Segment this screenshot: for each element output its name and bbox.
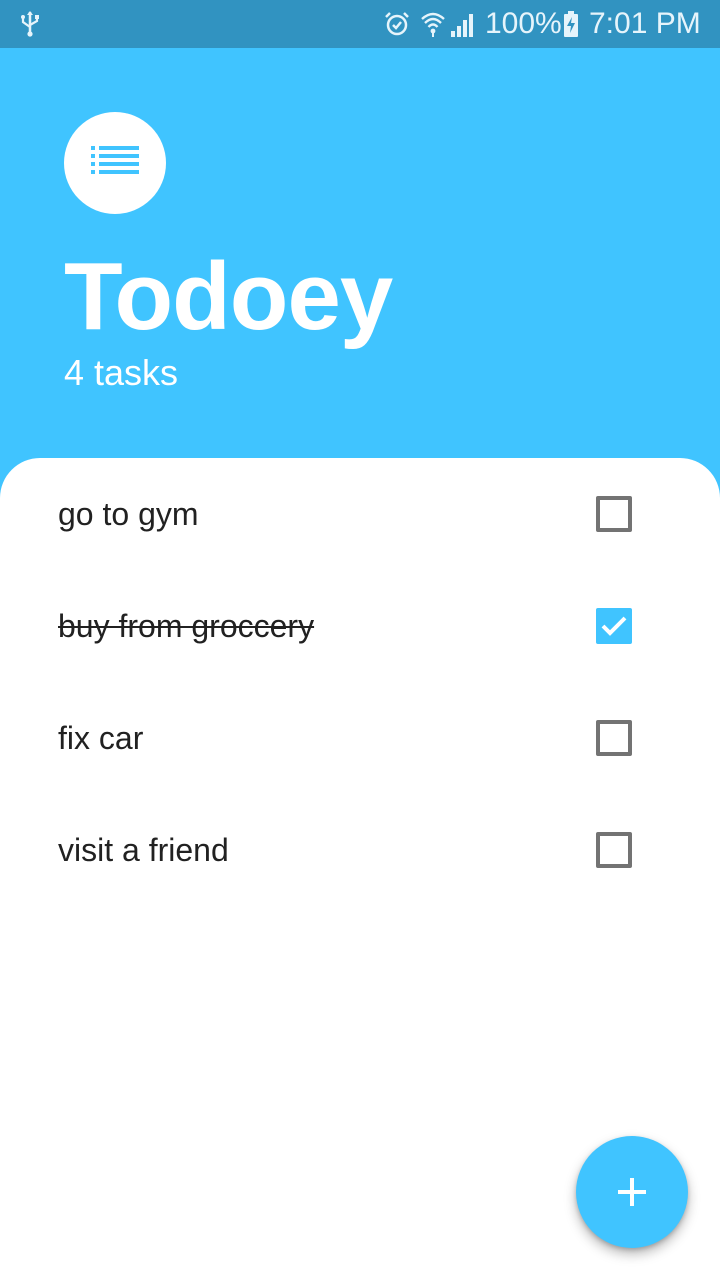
wifi-icon	[420, 10, 446, 43]
battery-percent: 100%	[485, 7, 562, 40]
check-icon	[601, 616, 627, 636]
app-logo	[64, 112, 166, 214]
task-checkbox[interactable]	[596, 832, 632, 868]
usb-icon	[18, 10, 42, 43]
battery-charging-icon	[563, 11, 579, 42]
list-icon	[91, 146, 139, 174]
task-count: 4 tasks	[64, 352, 179, 393]
app-screen: 100% 7:01 PM Todoey 4 tasks go to gym bu…	[0, 0, 720, 1280]
task-row[interactable]: buy from groccery	[0, 570, 720, 682]
signal-icon	[450, 12, 476, 43]
task-row[interactable]: fix car	[0, 682, 720, 794]
alarm-icon	[384, 11, 410, 42]
add-task-button[interactable]	[576, 1136, 688, 1248]
status-clock: 7:01 PM	[589, 7, 701, 40]
status-bar: 100% 7:01 PM	[0, 0, 720, 48]
task-row[interactable]: go to gym	[0, 458, 720, 570]
add-icon	[618, 1178, 646, 1206]
task-title: fix car	[58, 720, 144, 756]
task-checkbox[interactable]	[596, 496, 632, 532]
task-checkbox[interactable]	[596, 720, 632, 756]
app-title: Todoey	[64, 243, 393, 350]
task-checkbox[interactable]	[596, 608, 632, 644]
task-row[interactable]: visit a friend	[0, 794, 720, 906]
task-title: visit a friend	[58, 832, 229, 868]
task-title: go to gym	[58, 496, 199, 532]
task-title: buy from groccery	[58, 608, 315, 644]
